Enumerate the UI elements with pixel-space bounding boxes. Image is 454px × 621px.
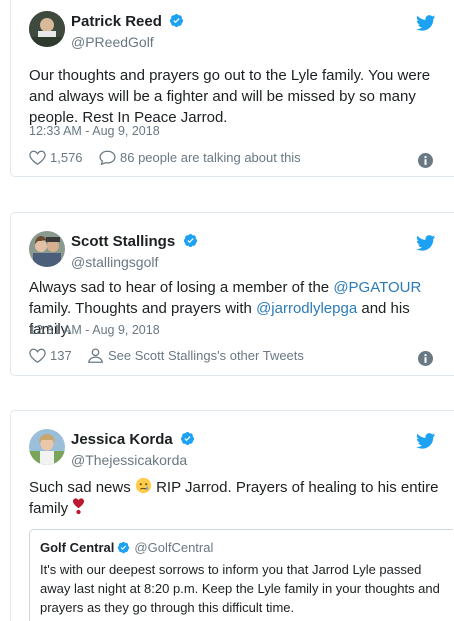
tweet-text-part: family. Thoughts and prayers with — [29, 300, 257, 317]
tweet-actions: 137 See Scott Stallings's other Tweets — [29, 348, 438, 366]
tweet-actions: 1,576 86 people are talking about this — [29, 150, 438, 168]
quoted-display-name[interactable]: Golf Central — [40, 540, 114, 555]
tweet-text-part: Always sad to hear of losing a member of… — [29, 279, 334, 296]
mention-link[interactable]: @jarrodlylepga — [256, 300, 357, 317]
display-name[interactable]: Patrick Reed — [71, 13, 162, 30]
twitter-bird-icon[interactable] — [416, 15, 436, 31]
display-name[interactable]: Scott Stallings — [71, 233, 175, 250]
user-handle[interactable]: @Thejessicakorda — [71, 452, 195, 468]
user-handle[interactable]: @PReedGolf — [71, 34, 184, 50]
user-handle[interactable]: @stallingsgolf — [71, 254, 198, 270]
other-tweets-link[interactable]: See Scott Stallings's other Tweets — [87, 348, 304, 363]
mention-link[interactable]: @PGATOUR — [333, 279, 421, 296]
verified-badge-icon — [169, 13, 184, 28]
crying-face-emoji — [135, 477, 152, 494]
like-count: 137 — [50, 348, 72, 363]
heart-icon — [29, 150, 46, 165]
display-name[interactable]: Jessica Korda — [71, 431, 173, 448]
like-action[interactable]: 1,576 — [29, 150, 83, 165]
verified-badge-icon — [180, 431, 195, 446]
tweet-text: Such sad news RIP Jarrod. Prayers of hea… — [29, 477, 446, 519]
tweet-card[interactable]: Patrick Reed @PReedGolf Our thoughts and… — [10, 0, 454, 177]
avatar[interactable] — [29, 11, 65, 47]
tweet-timestamp[interactable]: 12:31 AM - Aug 9, 2018 — [29, 323, 160, 337]
twitter-bird-icon[interactable] — [416, 235, 436, 251]
conversation-text: 86 people are talking about this — [120, 150, 301, 165]
other-tweets-text: See Scott Stallings's other Tweets — [108, 348, 304, 363]
conversation-action[interactable]: 86 people are talking about this — [99, 150, 301, 165]
info-icon[interactable] — [417, 351, 434, 366]
avatar[interactable] — [29, 429, 65, 465]
tweet-card[interactable]: Jessica Korda @Thejessicakorda Such sad … — [10, 410, 454, 621]
avatar[interactable] — [29, 231, 65, 267]
like-action[interactable]: 137 — [29, 348, 72, 363]
tweet-text-part: Such sad news — [29, 479, 135, 496]
person-icon — [87, 348, 104, 363]
tweet-timestamp[interactable]: 12:33 AM - Aug 9, 2018 — [29, 124, 160, 138]
heart-icon — [29, 348, 46, 363]
quoted-handle[interactable]: @GolfCentral — [134, 540, 213, 555]
quoted-tweet[interactable]: Golf Central @GolfCentral It's with our … — [29, 529, 453, 621]
comment-icon — [99, 150, 116, 165]
twitter-bird-icon[interactable] — [416, 433, 436, 449]
tweet-card[interactable]: Scott Stallings @stallingsgolf Always sa… — [10, 212, 454, 376]
verified-badge-icon — [117, 541, 130, 554]
tweet-text: Our thoughts and prayers go out to the L… — [29, 67, 431, 126]
like-count: 1,576 — [50, 150, 83, 165]
verified-badge-icon — [183, 233, 198, 248]
quoted-text: It's with our deepest sorrows to inform … — [40, 562, 440, 615]
heart-emoji — [73, 498, 85, 515]
info-icon[interactable] — [417, 153, 434, 168]
